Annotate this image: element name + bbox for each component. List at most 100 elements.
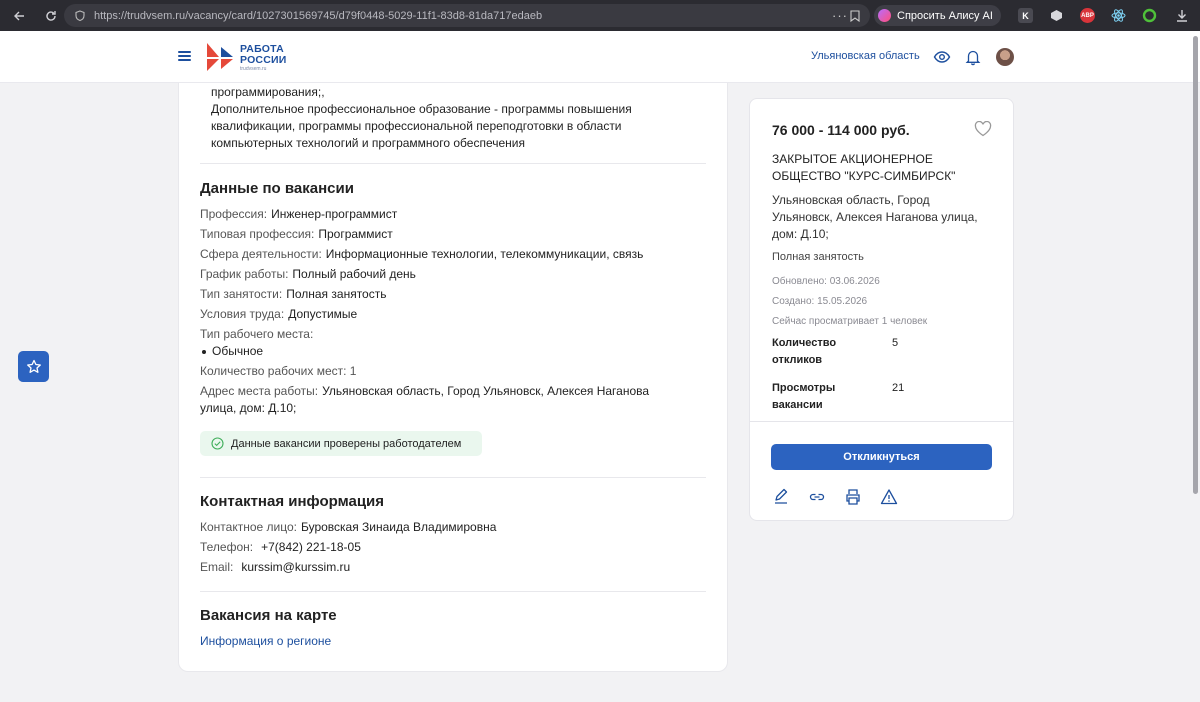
education-line: программирования;, [211,85,325,99]
row-key: График работы: [200,267,289,281]
row-key: Email: [200,560,234,574]
region-info-link[interactable]: Информация о регионе [200,634,331,648]
row-value: Полный рабочий день [292,267,416,281]
row-value: Допустимые [288,307,358,321]
link-icon[interactable] [808,488,826,506]
more-dots-icon[interactable]: ··· [832,8,848,23]
row-phone: Телефон: +7(842) 221-18-05 [200,540,361,554]
eye-icon[interactable] [933,48,951,66]
address-line: дом: Д.10; [772,227,829,241]
respond-button[interactable]: Откликнуться [771,444,992,470]
company-line: ОБЩЕСТВО "КУРС-СИМБИРСК" [772,169,956,183]
shield-icon [75,9,85,21]
back-arrow-icon[interactable] [8,5,30,27]
company-line: ЗАКРЫТОЕ АКЦИОНЕРНОЕ [772,152,933,166]
star-icon [26,359,41,373]
responses-count: 5 [892,337,899,349]
row-address-cont: улица, дом: Д.10; [200,401,297,415]
divider [200,163,706,164]
updated-date: Обновлено: 03.06.2026 [772,276,880,287]
row-workplace: Тип рабочего места: [200,327,313,341]
extension-green-ring-icon[interactable] [1142,8,1157,23]
row-value: Информационные технологии, телекоммуника… [325,247,644,261]
address-line: Ульяновск, Алексея Наганова улица, [772,210,978,224]
row-value: Программист [318,227,393,241]
vacancy-data-title: Данные по вакансии [200,180,354,197]
verified-text: Данные вакансии проверены работодателем [231,437,462,450]
education-line: компьютерных технологий и программного о… [211,136,525,150]
row-key: Сфера деятельности: [200,247,322,261]
extension-react-icon[interactable] [1111,8,1126,23]
row-address: Адрес места работы: Ульяновская область, … [200,384,649,398]
print-icon[interactable] [844,488,862,506]
row-key: Контактное лицо: [200,520,297,534]
logo-line2: РОССИИ [240,54,287,66]
row-key: Типовая профессия: [200,227,315,241]
company-address: Ульяновская область, Город Ульяновск, Ал… [772,192,997,243]
row-value: Ульяновская область, Город Ульяновск, Ал… [322,384,650,398]
logo-mark-icon [207,43,233,71]
row-typical-profession: Типовая профессия: Программист [200,227,393,241]
address-line: Ульяновская область, Город [772,193,930,207]
row-value: Инженер-программист [271,207,398,221]
education-line: квалификации, программы профессиональной… [211,119,622,133]
responses-label: Количество откликов [772,335,862,369]
row-email: Email: kurssim@kurssim.ru [200,560,350,574]
views-label: Просмотры вакансии [772,380,862,414]
row-schedule: График работы: Полный рабочий день [200,267,416,281]
heart-icon[interactable] [974,121,992,137]
education-line: Дополнительное профессиональное образова… [211,102,632,116]
warning-icon[interactable] [880,488,898,506]
views-count: 21 [892,382,905,394]
extension-k-icon[interactable]: K [1018,8,1033,23]
verified-badge: Данные вакансии проверены работодателем [200,431,482,456]
bell-icon[interactable] [964,48,982,66]
avatar[interactable] [996,48,1014,66]
logo-text[interactable]: РАБОТА РОССИИ trudvsem.ru [240,44,287,73]
row-conditions: Условия труда: Допустимые [200,307,357,321]
stat-label-line: откликов [772,354,823,366]
phone-link[interactable]: +7(842) 221-18-05 [261,540,361,554]
salary: 76 000 - 114 000 руб. [772,122,910,138]
stat-label-line: Просмотры [772,382,836,394]
stat-label-line: вакансии [772,399,823,411]
scrollbar-thumb[interactable] [1193,36,1198,494]
extension-cube-icon[interactable] [1049,8,1064,23]
check-circle-icon [211,437,224,450]
row-value: Полная занятость [286,287,387,301]
divider [750,421,1013,422]
divider [200,477,706,478]
education-block: программирования;, Дополнительное профес… [211,84,691,152]
extension-abp-icon[interactable]: ABP [1080,8,1095,23]
address-bar[interactable]: https://trudvsem.ru/vacancy/card/1027301… [64,4,870,27]
contacts-title: Контактная информация [200,493,385,510]
row-places: Количество рабочих мест: 1 [200,364,356,378]
favorite-star-button[interactable] [18,351,49,382]
company-name[interactable]: ЗАКРЫТОЕ АКЦИОНЕРНОЕ ОБЩЕСТВО "КУРС-СИМБ… [772,151,992,185]
stat-label-line: Количество [772,337,837,349]
row-value: Буровская Зинаида Владимировна [300,520,497,534]
row-key: Условия труда: [200,307,285,321]
workplace-item: Обычное [202,344,263,358]
row-contact-person: Контактное лицо: Буровская Зинаида Владим… [200,520,496,534]
viewing-now: Сейчас просматривает 1 человек [772,316,928,327]
alice-button[interactable]: Спросить Алису AI [874,5,1001,26]
row-key: Телефон: [200,540,254,554]
row-sphere: Сфера деятельности: Информационные технол… [200,247,643,261]
pencil-icon[interactable] [772,488,790,506]
reload-icon[interactable] [40,5,62,27]
bookmark-icon[interactable] [850,9,860,22]
download-icon[interactable] [1174,8,1189,23]
row-key: Количество рабочих мест: 1 [200,364,357,378]
employment-type: Полная занятость [772,251,864,263]
region-selector[interactable]: Ульяновская область [811,50,920,62]
menu-burger-icon[interactable] [178,51,191,61]
row-key: Профессия: [200,207,268,221]
logo[interactable] [205,41,235,73]
row-employment: Тип занятости: Полная занятость [200,287,386,301]
email-link[interactable]: kurssim@kurssim.ru [241,560,350,574]
row-key: Тип занятости: [200,287,283,301]
map-title: Вакансия на карте [200,607,337,624]
site-header: РАБОТА РОССИИ trudvsem.ru Ульяновская об… [0,31,1200,83]
created-date: Создано: 15.05.2026 [772,296,868,307]
